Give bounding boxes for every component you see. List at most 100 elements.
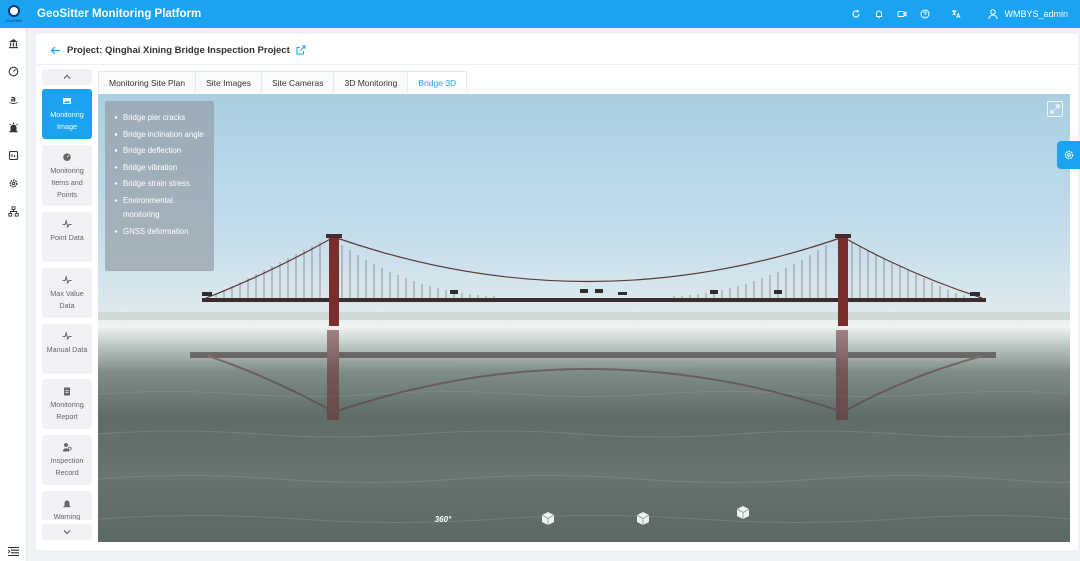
content-panel: Project: Qinghai Xining Bridge Inspectio… xyxy=(36,34,1078,550)
help-icon[interactable] xyxy=(918,7,932,21)
pulse-icon xyxy=(62,275,72,285)
menu-collapse-icon[interactable] xyxy=(7,546,20,557)
image-icon xyxy=(62,96,72,106)
bell-icon[interactable] xyxy=(872,7,886,21)
translate-icon[interactable] xyxy=(949,7,963,21)
logo-text: GeoSitter xyxy=(5,18,23,23)
rotate-360-label: 360° xyxy=(434,514,452,524)
menu-item-max-value-data[interactable]: Max Value Data xyxy=(42,268,92,318)
viewer-settings-button[interactable] xyxy=(1057,141,1080,169)
video-icon[interactable] xyxy=(895,7,909,21)
legend-item[interactable]: ▸ Environmental monitoring xyxy=(115,194,208,223)
report-icon[interactable] xyxy=(7,149,20,162)
gear-icon[interactable] xyxy=(7,177,20,190)
caret-right-icon: ▸ xyxy=(115,197,119,204)
monitoring-legend: ▸ Bridge pier cracks ▸ Bridge inclination … xyxy=(105,101,214,271)
caret-right-icon: ▸ xyxy=(115,181,119,187)
side-menu: Monitoring Image Monitoring Items and Po… xyxy=(42,69,92,540)
pulse-icon xyxy=(62,331,72,341)
gauge-icon xyxy=(62,152,72,162)
pulse-icon xyxy=(62,219,72,229)
alarm-icon[interactable] xyxy=(7,121,20,134)
menu-item-inspection-record[interactable]: Inspection Record xyxy=(42,435,92,485)
rotate-360-button[interactable]: 360° xyxy=(428,502,458,536)
tab-3d-monitoring[interactable]: 3D Monitoring xyxy=(333,71,409,93)
siren-icon xyxy=(62,498,72,508)
inspector-icon xyxy=(62,442,72,452)
caret-right-icon: ▸ xyxy=(115,131,119,138)
chevron-up-icon xyxy=(63,74,71,79)
org-chart-icon[interactable] xyxy=(7,205,20,218)
tab-bridge-3d[interactable]: Bridge 3D xyxy=(407,71,468,93)
view-controls: 360° xyxy=(418,502,778,536)
legend-item[interactable]: ▸ Bridge vibration xyxy=(115,161,208,176)
menu-item-monitoring-image[interactable]: Monitoring Image xyxy=(42,89,92,139)
caret-right-icon: ▸ xyxy=(115,115,119,121)
menu-item-label: Warning xyxy=(53,512,81,520)
cube-icon xyxy=(736,506,750,519)
amazon-icon[interactable]: a xyxy=(7,93,20,106)
legend-item[interactable]: ▸ Bridge pier cracks xyxy=(115,111,208,126)
legend-label: Bridge strain stress xyxy=(123,179,190,188)
open-external-icon[interactable] xyxy=(296,45,306,55)
tab-monitoring-site-plan[interactable]: Monitoring Site Plan xyxy=(98,71,197,93)
chevron-down-icon xyxy=(63,530,71,535)
svg-text:a: a xyxy=(11,95,16,104)
bank-icon[interactable] xyxy=(7,37,20,50)
menu-item-warning[interactable]: Warning xyxy=(42,491,92,520)
legend-label: Bridge deflection xyxy=(123,146,182,155)
caret-right-icon: ▸ xyxy=(115,148,119,154)
view-front-button[interactable] xyxy=(518,502,578,536)
menu-item-label: Monitoring Image xyxy=(50,110,84,131)
menu-scroll-down[interactable] xyxy=(42,524,92,540)
legend-item[interactable]: ▸ Bridge strain stress xyxy=(115,177,208,192)
app-title: GeoSitter Monitoring Platform xyxy=(37,8,202,20)
tab-site-images[interactable]: Site Images xyxy=(195,71,262,93)
breadcrumb: Project: Qinghai Xining Bridge Inspectio… xyxy=(50,43,306,57)
nav-rail: a xyxy=(0,28,27,561)
menu-item-label: Point Data xyxy=(50,233,84,242)
legend-item[interactable]: ▸ Bridge deflection xyxy=(115,144,208,159)
legend-label: Bridge vibration xyxy=(123,162,178,172)
menu-item-monitoring-items[interactable]: Monitoring Items and Points xyxy=(42,145,92,206)
dashboard-icon[interactable] xyxy=(7,65,20,78)
view-tabs: Monitoring Site Plan Site Images Site Ca… xyxy=(98,71,468,93)
menu-scroll-up[interactable] xyxy=(42,69,92,85)
user-menu[interactable]: WMBYS_admin xyxy=(987,8,1068,20)
menu-item-label: Monitoring Report xyxy=(50,400,84,421)
view-side-button[interactable] xyxy=(708,496,778,530)
view-top-button[interactable] xyxy=(608,502,678,536)
user-name: WMBYS_admin xyxy=(1004,9,1068,19)
user-avatar-icon xyxy=(988,9,998,20)
legend-label: Bridge pier cracks xyxy=(123,113,186,122)
legend-label: Environmental monitoring xyxy=(123,195,173,220)
legend-item[interactable]: ▸ Bridge inclination angle xyxy=(115,128,208,143)
refresh-icon[interactable] xyxy=(849,7,863,21)
expand-icon xyxy=(1050,104,1060,114)
cube-icon xyxy=(541,512,555,525)
back-arrow-icon[interactable] xyxy=(50,45,61,56)
bridge-3d-viewport[interactable]: ▸ Bridge pier cracks ▸ Bridge inclination … xyxy=(98,94,1070,542)
caret-right-icon: ▸ xyxy=(115,228,119,235)
menu-item-label: Max Value Data xyxy=(50,289,84,310)
tab-site-cameras[interactable]: Site Cameras xyxy=(260,71,335,93)
menu-item-label: Manual Data xyxy=(46,345,88,354)
caret-right-icon: ▸ xyxy=(115,164,119,171)
legend-label: GNSS deformation xyxy=(123,226,189,236)
menu-item-point-data[interactable]: Point Data xyxy=(42,212,92,262)
legend-item[interactable]: ▸ GNSS deformation xyxy=(115,225,208,240)
app-logo: GeoSitter xyxy=(0,0,28,28)
menu-item-label: Monitoring Items and Points xyxy=(50,166,84,199)
top-bar: GeoSitter GeoSitter Monitoring Platform … xyxy=(0,0,1080,28)
menu-item-monitoring-report[interactable]: Monitoring Report xyxy=(42,379,92,429)
clipboard-icon xyxy=(62,386,72,396)
gear-icon xyxy=(1064,150,1073,160)
bridge-scene[interactable] xyxy=(98,94,1070,542)
legend-label: Bridge inclination angle xyxy=(123,129,204,139)
fullscreen-button[interactable] xyxy=(1047,101,1063,117)
menu-item-label: Inspection Record xyxy=(50,456,84,477)
menu-item-manual-data[interactable]: Manual Data xyxy=(42,324,92,374)
project-title: Project: Qinghai Xining Bridge Inspectio… xyxy=(67,44,290,56)
cube-icon xyxy=(636,512,650,525)
header-divider xyxy=(36,64,1078,65)
